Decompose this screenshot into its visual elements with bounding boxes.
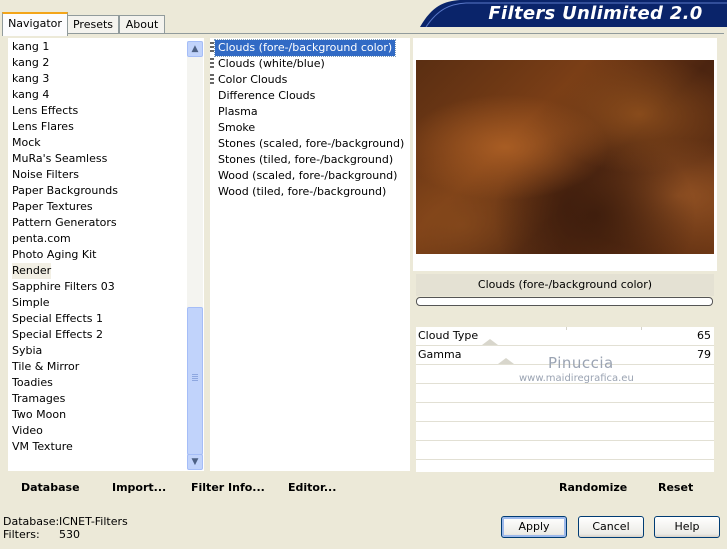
filter-item[interactable]: Stones (tiled, fore-/background)	[215, 152, 396, 168]
list-item[interactable]: Special Effects 2	[12, 327, 103, 343]
filter-list[interactable]: Clouds (fore-/background color) Clouds (…	[210, 38, 410, 471]
tab-presets[interactable]: Presets	[67, 15, 119, 34]
cancel-button[interactable]: Cancel	[578, 516, 644, 538]
filter-info-button[interactable]: Filter Info...	[191, 480, 265, 496]
watermark-name: Pinuccia	[548, 354, 614, 372]
list-item[interactable]: kang 4	[12, 87, 49, 103]
database-value: ICNET-Filters	[59, 515, 128, 528]
filter-item[interactable]: Smoke	[215, 120, 258, 136]
editor-button[interactable]: Editor...	[288, 480, 336, 496]
list-item[interactable]: Sapphire Filters 03	[12, 279, 115, 295]
list-item[interactable]: Sybia	[12, 343, 42, 359]
list-item[interactable]: penta.com	[12, 231, 71, 247]
tab-divider	[2, 33, 724, 34]
filter-item[interactable]: Wood (scaled, fore-/background)	[215, 168, 400, 184]
list-item[interactable]: kang 2	[12, 55, 49, 71]
list-item[interactable]: Toadies	[12, 375, 53, 391]
filter-item[interactable]: Difference Clouds	[215, 88, 318, 104]
category-list[interactable]: kang 1 kang 2 kang 3 kang 4 Lens Effects…	[8, 38, 204, 471]
param-label: Cloud Type	[418, 329, 479, 342]
import-button[interactable]: Import...	[112, 480, 166, 496]
watermark-url: www.maidiregrafica.eu	[519, 373, 634, 384]
help-button[interactable]: Help	[654, 516, 720, 538]
list-item[interactable]: Lens Flares	[12, 119, 74, 135]
param-label: Gamma	[418, 348, 462, 361]
scroll-up-icon[interactable]: ▲	[187, 41, 203, 57]
list-item[interactable]: kang 1	[12, 39, 49, 55]
filters-count-label: Filters:	[3, 528, 40, 541]
scroll-down-icon[interactable]: ▼	[187, 454, 203, 470]
preview-image	[416, 60, 714, 254]
reset-button[interactable]: Reset	[658, 480, 693, 496]
list-item[interactable]: Special Effects 1	[12, 311, 103, 327]
list-item[interactable]: Noise Filters	[12, 167, 79, 183]
slider-indicator-icon[interactable]	[498, 358, 514, 364]
apply-button[interactable]: Apply	[501, 516, 567, 538]
randomize-button[interactable]: Randomize	[559, 480, 627, 496]
database-label: Database:	[3, 515, 60, 528]
list-item[interactable]: Paper Backgrounds	[12, 183, 118, 199]
param-row-empty	[416, 403, 714, 422]
param-value[interactable]: 65	[697, 328, 711, 344]
filter-item[interactable]: Stones (scaled, fore-/background)	[215, 136, 407, 152]
parameter-panel[interactable]: Cloud Type 65 Gamma 79	[416, 327, 714, 472]
list-item[interactable]: Tramages	[12, 391, 65, 407]
grip-icon	[210, 58, 214, 70]
filter-item-selected[interactable]: Clouds (fore-/background color)	[213, 39, 397, 57]
list-item[interactable]: VM Texture	[12, 439, 73, 455]
list-item[interactable]: Mock	[12, 135, 41, 151]
scroll-thumb[interactable]	[187, 307, 203, 455]
list-item[interactable]: Lens Effects	[12, 103, 78, 119]
list-item[interactable]: Pattern Generators	[12, 215, 117, 231]
param-value[interactable]: 79	[697, 347, 711, 363]
filter-name-bar: Clouds (fore-/background color)	[416, 274, 714, 296]
param-row-empty	[416, 441, 714, 460]
grip-icon	[210, 74, 214, 86]
list-item[interactable]: MuRa's Seamless	[12, 151, 107, 167]
list-item[interactable]: Tile & Mirror	[12, 359, 79, 375]
filter-item[interactable]: Wood (tiled, fore-/background)	[215, 184, 389, 200]
database-button[interactable]: Database	[21, 480, 80, 496]
filters-count-value: 530	[59, 528, 80, 541]
app-title: Filters Unlimited 2.0	[488, 3, 703, 24]
list-item[interactable]: Paper Textures	[12, 199, 93, 215]
list-item[interactable]: Video	[12, 423, 43, 439]
list-item[interactable]: kang 3	[12, 71, 49, 87]
progress-bar	[416, 297, 713, 306]
list-item-selected[interactable]: Render	[12, 263, 52, 279]
filter-item[interactable]: Clouds (white/blue)	[215, 56, 328, 72]
filter-item[interactable]: Color Clouds	[215, 72, 290, 88]
slider-indicator-icon[interactable]	[482, 339, 498, 345]
param-row-empty	[416, 384, 714, 403]
list-item[interactable]: Photo Aging Kit	[12, 247, 96, 263]
tab-about[interactable]: About	[119, 15, 165, 34]
param-row-cloud-type[interactable]: Cloud Type 65	[416, 327, 714, 346]
list-item[interactable]: Simple	[12, 295, 50, 311]
grip-icon	[210, 42, 214, 54]
list-item[interactable]: Two Moon	[12, 407, 66, 423]
filter-item[interactable]: Plasma	[215, 104, 261, 120]
tab-navigator[interactable]: Navigator	[2, 12, 68, 36]
param-row-empty	[416, 422, 714, 441]
